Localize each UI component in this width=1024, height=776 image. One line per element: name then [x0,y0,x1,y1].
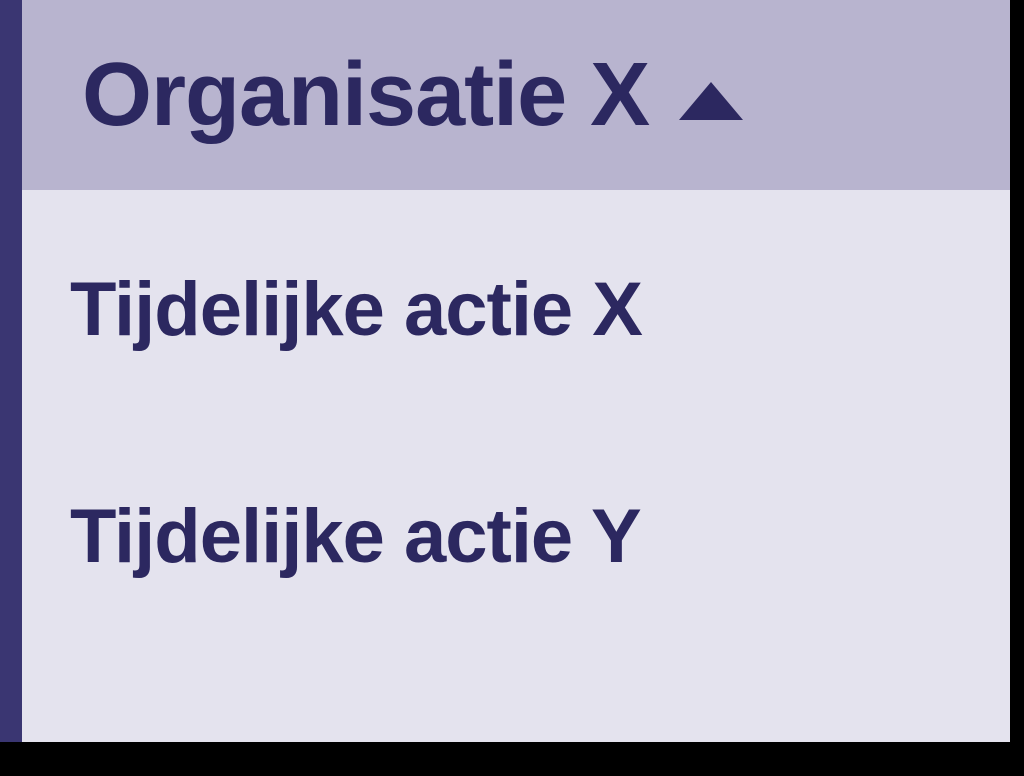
menu-item-label: Tijdelijke actie Y [70,494,641,579]
panel-left-border [0,0,22,742]
menu-item-tijdelijke-actie-x[interactable]: Tijdelijke actie X [70,266,1010,353]
dropdown-header-title: Organisatie X [82,44,649,147]
menu-item-tijdelijke-actie-y[interactable]: Tijdelijke actie Y [70,493,1010,580]
chevron-up-icon [679,82,743,120]
dropdown-menu-list: Tijdelijke actie X Tijdelijke actie Y [22,190,1010,742]
menu-item-label: Tijdelijke actie X [70,267,642,352]
dropdown-panel: Organisatie X Tijdelijke actie X Tijdeli… [0,0,1010,742]
dropdown-header[interactable]: Organisatie X [22,0,1010,190]
